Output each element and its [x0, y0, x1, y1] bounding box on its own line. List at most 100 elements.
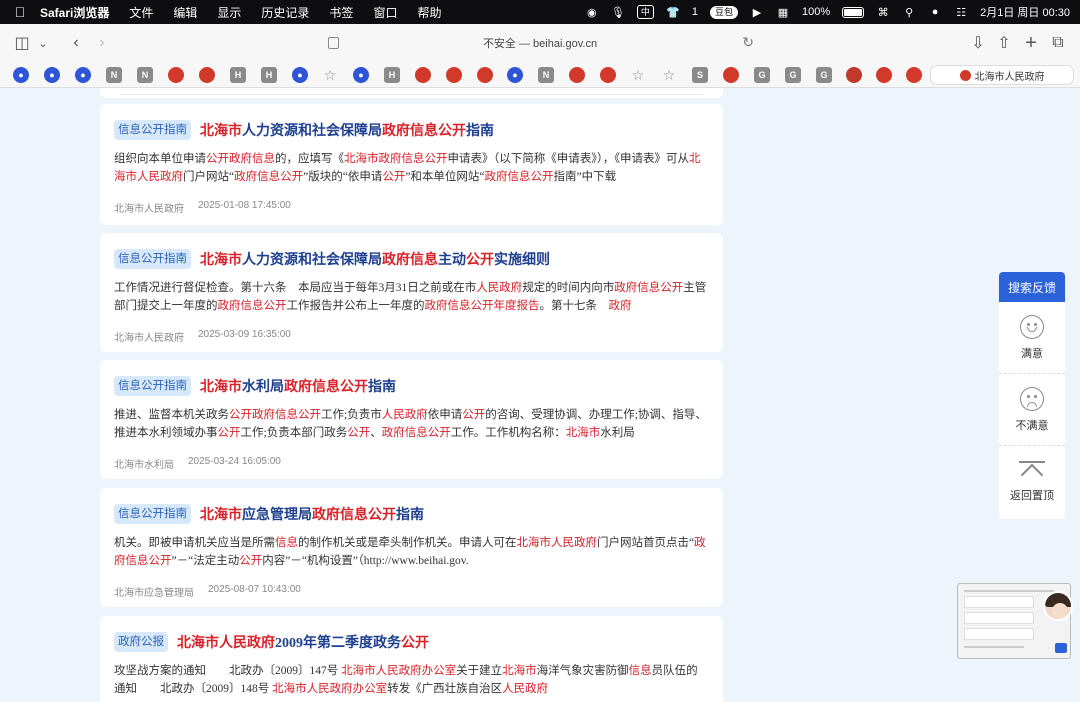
snippet-text: 。第十七条 [539, 300, 609, 312]
favorite-h-icon[interactable]: H [384, 67, 400, 83]
apple-menu-icon[interactable]:  [12, 4, 28, 20]
snippet-text: 组织向本单位申请 [114, 153, 206, 165]
smile-icon [1020, 314, 1044, 339]
result-title-link[interactable]: 北海市人民政府2009年第二季度政务公开 [177, 632, 429, 652]
menu-app-name[interactable]: Safari浏览器 [40, 4, 109, 21]
play-icon[interactable]: ▶ [750, 5, 764, 19]
keyword-highlight: 公开 [462, 409, 486, 421]
menubar-clock[interactable]: 2月1日 周日 00:30 [980, 4, 1070, 20]
favorite-paw-icon[interactable]: ● [75, 67, 91, 83]
unsatisfied-button[interactable]: 不满意 [999, 374, 1065, 446]
thumbnail-action-button[interactable] [1055, 643, 1067, 653]
result-title-link[interactable]: 北海市应急管理局政府信息公开指南 [200, 504, 424, 524]
keyword-highlight: 北海市人民政府办公室 [272, 683, 388, 695]
result-title-link[interactable]: 北海市水利局政府信息公开指南 [200, 376, 396, 396]
input-method-icon[interactable]: 中 [636, 5, 654, 19]
app-switch-icon[interactable]: ▦ [776, 5, 790, 19]
wifi-icon[interactable]: ⌘ [876, 5, 890, 19]
menu-view[interactable]: 显示 [217, 4, 241, 21]
favorite-emblem-icon[interactable] [876, 67, 892, 83]
tab-beihai-government[interactable]: 北海市人民政府 [930, 65, 1074, 85]
favorite-g-icon[interactable]: G [785, 67, 801, 83]
result-snippet: 机关。即被申请机关应当是所需信息的制作机关或是牵头制作机关。申请人可在北海市人民… [114, 534, 709, 570]
result-title-link[interactable]: 北海市人力资源和社会保障局政府信息公开指南 [200, 120, 494, 140]
result-card: 政府公报 北海市人民政府2009年第二季度政务公开 攻坚战方案的通知 北政办〔200… [100, 616, 723, 702]
keyword-highlight: 政府信息公开 [381, 427, 451, 439]
snippet-text: 工作情况进行督促检查。第十六条 本局应当于每年3月31日之前或在市 [114, 282, 477, 294]
doubao-icon[interactable]: 豆包 [709, 5, 738, 19]
satisfied-button[interactable]: 满意 [999, 302, 1065, 374]
previous-result-card [100, 88, 723, 98]
control-center-icon[interactable]: ☷ [954, 5, 968, 19]
menu-bookmarks[interactable]: 书签 [329, 4, 353, 21]
favorite-paw-icon[interactable]: ● [507, 67, 523, 83]
title-text: 实施细则 [494, 253, 550, 268]
favorite-emblem-icon[interactable] [906, 67, 922, 83]
menu-history[interactable]: 历史记录 [261, 4, 309, 21]
forward-arrow-icon[interactable]: › [92, 33, 112, 53]
result-category-badge: 信息公开指南 [114, 376, 191, 396]
result-title-link[interactable]: 北海市人力资源和社会保障局政府信息主动公开实施细则 [200, 249, 550, 269]
favorite-g-icon[interactable]: G [816, 67, 832, 83]
assistant-avatar[interactable] [1043, 591, 1073, 621]
result-category-badge: 信息公开指南 [114, 120, 191, 140]
favorite-star-icon[interactable]: ☆ [322, 67, 338, 83]
favorite-paw-icon[interactable]: ● [292, 67, 308, 83]
battery-icon[interactable] [842, 6, 865, 18]
record-icon[interactable]: ◉ [585, 5, 599, 19]
favorite-n-icon[interactable]: N [538, 67, 554, 83]
spotlight-search-icon[interactable]: ⚲ [902, 5, 916, 19]
favorite-emblem-icon[interactable] [569, 67, 585, 83]
result-snippet: 攻坚战方案的通知 北政办〔2009〕147号 北海市人民政府办公室关于建立北海市… [114, 662, 709, 698]
favorite-emblem-icon[interactable] [168, 67, 184, 83]
favorite-star-icon[interactable]: ☆ [661, 67, 677, 83]
favorite-h-icon[interactable]: H [230, 67, 246, 83]
favorite-emblem-icon[interactable] [199, 67, 215, 83]
back-to-top-button[interactable]: 返回置顶 [999, 446, 1065, 518]
shirt-icon[interactable]: 👕 [666, 5, 680, 19]
download-icon[interactable]: ⇩ [968, 33, 988, 53]
favorite-paw-icon[interactable]: ● [13, 67, 29, 83]
favorite-emblem-icon[interactable] [723, 67, 739, 83]
snippet-text: ”和本单位网站“ [405, 171, 485, 183]
snippet-text: 工作。工作机构名称： [450, 427, 566, 439]
keyword-highlight: 北海市 [502, 665, 537, 677]
keyword-highlight: 公开 [401, 636, 429, 651]
menu-edit[interactable]: 编辑 [173, 4, 197, 21]
keyword-highlight: 人民政府 [381, 409, 428, 421]
menu-window[interactable]: 窗口 [373, 4, 397, 21]
favorite-emblem-icon[interactable] [415, 67, 431, 83]
favorite-n-icon[interactable]: N [137, 67, 153, 83]
siri-icon[interactable]: ● [928, 5, 942, 19]
favorite-paw-icon[interactable]: ● [353, 67, 369, 83]
address-text: 不安全 — beihai.gov.cn [482, 38, 598, 50]
favorite-n-icon[interactable]: N [106, 67, 122, 83]
favorite-s-icon[interactable]: S [692, 67, 708, 83]
favorite-emblem-icon[interactable] [446, 67, 462, 83]
favorite-paw-icon[interactable]: ● [44, 67, 60, 83]
back-arrow-icon[interactable]: ‹ [66, 33, 86, 53]
favorite-red-icon[interactable] [846, 67, 862, 83]
sidebar-toggle-icon[interactable]: ◫ [12, 33, 32, 53]
keyword-highlight: 公开 [382, 171, 406, 183]
favorite-h-icon[interactable]: H [261, 67, 277, 83]
share-icon[interactable]: ⇧ [994, 33, 1014, 53]
snippet-text: 规定的时间内向市 [522, 282, 615, 294]
favorite-emblem-icon[interactable] [600, 67, 616, 83]
chevron-down-icon[interactable]: ⌄ [33, 33, 53, 53]
menu-file[interactable]: 文件 [129, 4, 153, 21]
microphone-icon[interactable]: 🎙 [611, 5, 625, 19]
menu-help[interactable]: 帮助 [417, 4, 441, 21]
tab-overview-icon[interactable]: ⧉ [1048, 33, 1068, 53]
feedback-header[interactable]: 搜索反馈 [999, 272, 1065, 302]
snippet-text: 指南”中下载 [553, 171, 617, 183]
reload-icon[interactable]: ↻ [742, 34, 754, 51]
favorite-star-icon[interactable]: ☆ [630, 67, 646, 83]
favorite-g-icon[interactable]: G [754, 67, 770, 83]
title-text: 主动 [438, 253, 466, 268]
address-bar[interactable]: 不安全 — beihai.gov.cn ↻ [320, 30, 760, 56]
favorite-emblem-icon[interactable] [477, 67, 493, 83]
new-tab-icon[interactable]: + [1021, 32, 1041, 54]
keyword-highlight: 政府 [608, 300, 632, 312]
search-results: 信息公开指南 北海市人力资源和社会保障局政府信息公开指南 组织向本单位申请公开政府信… [0, 88, 1080, 702]
